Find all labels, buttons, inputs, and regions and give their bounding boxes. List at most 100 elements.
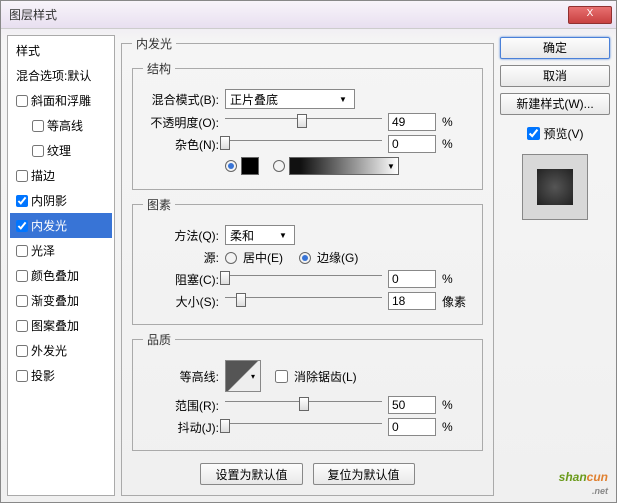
source-edge-radio[interactable] (299, 252, 311, 264)
opacity-unit: % (442, 115, 472, 129)
range-slider[interactable] (225, 397, 382, 413)
reset-default-button[interactable]: 复位为默认值 (313, 463, 415, 485)
style-item[interactable]: 描边 (10, 163, 112, 188)
gradient-preview[interactable]: ▼ (289, 157, 399, 175)
noise-label: 杂色(N): (143, 136, 219, 153)
size-unit: 像素 (442, 293, 472, 310)
opacity-input[interactable] (388, 113, 436, 131)
effect-panel: 内发光 结构 混合模式(B): 正片叠底 ▼ 不透明度(O): (121, 35, 494, 496)
style-item[interactable]: 纹理 (10, 138, 112, 163)
quality-legend: 品质 (143, 331, 175, 348)
chevron-down-icon: ▾ (246, 372, 260, 381)
blending-options[interactable]: 混合选项:默认 (10, 63, 112, 88)
quality-group: 品质 等高线: ▾ 消除锯齿(L) 范围(R): % 抖动(J): (132, 331, 483, 451)
ok-button[interactable]: 确定 (500, 37, 610, 59)
style-checkbox[interactable] (32, 120, 44, 132)
style-item[interactable]: 光泽 (10, 238, 112, 263)
structure-legend: 结构 (143, 60, 175, 77)
range-input[interactable] (388, 396, 436, 414)
style-item[interactable]: 斜面和浮雕 (10, 88, 112, 113)
blend-mode-dropdown[interactable]: 正片叠底 ▼ (225, 89, 355, 109)
range-label: 范围(R): (143, 397, 219, 414)
color-swatch[interactable] (241, 157, 259, 175)
style-checkbox[interactable] (16, 320, 28, 332)
elements-group: 图素 方法(Q): 柔和 ▼ 源: 居中(E) 边缘(G) (132, 196, 483, 325)
styles-header[interactable]: 样式 (10, 38, 112, 63)
style-item[interactable]: 等高线 (10, 113, 112, 138)
style-checkbox[interactable] (16, 270, 28, 282)
jitter-slider[interactable] (225, 419, 382, 435)
style-item[interactable]: 渐变叠加 (10, 288, 112, 313)
noise-unit: % (442, 137, 472, 151)
chevron-down-icon: ▼ (336, 95, 350, 104)
make-default-button[interactable]: 设置为默认值 (200, 463, 302, 485)
noise-input[interactable] (388, 135, 436, 153)
style-checkbox[interactable] (16, 170, 28, 182)
size-input[interactable] (388, 292, 436, 310)
style-item[interactable]: 投影 (10, 363, 112, 388)
style-label: 描边 (31, 167, 55, 184)
choke-input[interactable] (388, 270, 436, 288)
style-item[interactable]: 外发光 (10, 338, 112, 363)
chevron-down-icon: ▼ (276, 231, 290, 240)
style-checkbox[interactable] (16, 245, 28, 257)
antialias-checkbox[interactable] (275, 370, 288, 383)
style-label: 图案叠加 (31, 317, 79, 334)
style-checkbox[interactable] (16, 370, 28, 382)
style-label: 纹理 (47, 142, 71, 159)
source-center-label: 居中(E) (243, 249, 283, 266)
styles-list: 样式 混合选项:默认 斜面和浮雕等高线纹理描边内阴影内发光光泽颜色叠加渐变叠加图… (7, 35, 115, 496)
style-label: 渐变叠加 (31, 292, 79, 309)
opacity-slider[interactable] (225, 114, 382, 130)
style-checkbox[interactable] (16, 195, 28, 207)
size-slider[interactable] (225, 293, 382, 309)
effect-title: 内发光 (132, 35, 176, 52)
source-center-radio[interactable] (225, 252, 237, 264)
preview-swatch (537, 169, 573, 205)
style-label: 等高线 (47, 117, 83, 134)
gradient-radio[interactable] (273, 160, 285, 172)
jitter-input[interactable] (388, 418, 436, 436)
technique-dropdown[interactable]: 柔和 ▼ (225, 225, 295, 245)
style-item[interactable]: 颜色叠加 (10, 263, 112, 288)
color-radio[interactable] (225, 160, 237, 172)
style-label: 斜面和浮雕 (31, 92, 91, 109)
style-label: 内发光 (31, 217, 67, 234)
elements-legend: 图素 (143, 196, 175, 213)
style-item[interactable]: 内发光 (10, 213, 112, 238)
source-label: 源: (143, 249, 219, 266)
new-style-button[interactable]: 新建样式(W)... (500, 93, 610, 115)
range-unit: % (442, 398, 472, 412)
choke-slider[interactable] (225, 271, 382, 287)
technique-label: 方法(Q): (143, 227, 219, 244)
jitter-label: 抖动(J): (143, 419, 219, 436)
style-checkbox[interactable] (32, 145, 44, 157)
contour-picker[interactable]: ▾ (225, 360, 261, 392)
style-label: 光泽 (31, 242, 55, 259)
contour-label: 等高线: (143, 368, 219, 385)
noise-slider[interactable] (225, 136, 382, 152)
style-item[interactable]: 图案叠加 (10, 313, 112, 338)
antialias-label: 消除锯齿(L) (294, 368, 357, 385)
choke-label: 阻塞(C): (143, 271, 219, 288)
preview-checkbox[interactable] (527, 127, 540, 140)
preview-label: 预览(V) (544, 125, 584, 142)
jitter-unit: % (442, 420, 472, 434)
style-label: 颜色叠加 (31, 267, 79, 284)
titlebar: 图层样式 X (1, 1, 616, 29)
size-label: 大小(S): (143, 293, 219, 310)
opacity-label: 不透明度(O): (143, 114, 219, 131)
style-label: 外发光 (31, 342, 67, 359)
style-checkbox[interactable] (16, 95, 28, 107)
style-checkbox[interactable] (16, 345, 28, 357)
style-item[interactable]: 内阴影 (10, 188, 112, 213)
close-button[interactable]: X (568, 6, 612, 24)
watermark: shancun .net (559, 468, 608, 496)
choke-unit: % (442, 272, 472, 286)
style-label: 内阴影 (31, 192, 67, 209)
style-checkbox[interactable] (16, 295, 28, 307)
style-label: 投影 (31, 367, 55, 384)
cancel-button[interactable]: 取消 (500, 65, 610, 87)
window-title: 图层样式 (5, 6, 568, 23)
style-checkbox[interactable] (16, 220, 28, 232)
